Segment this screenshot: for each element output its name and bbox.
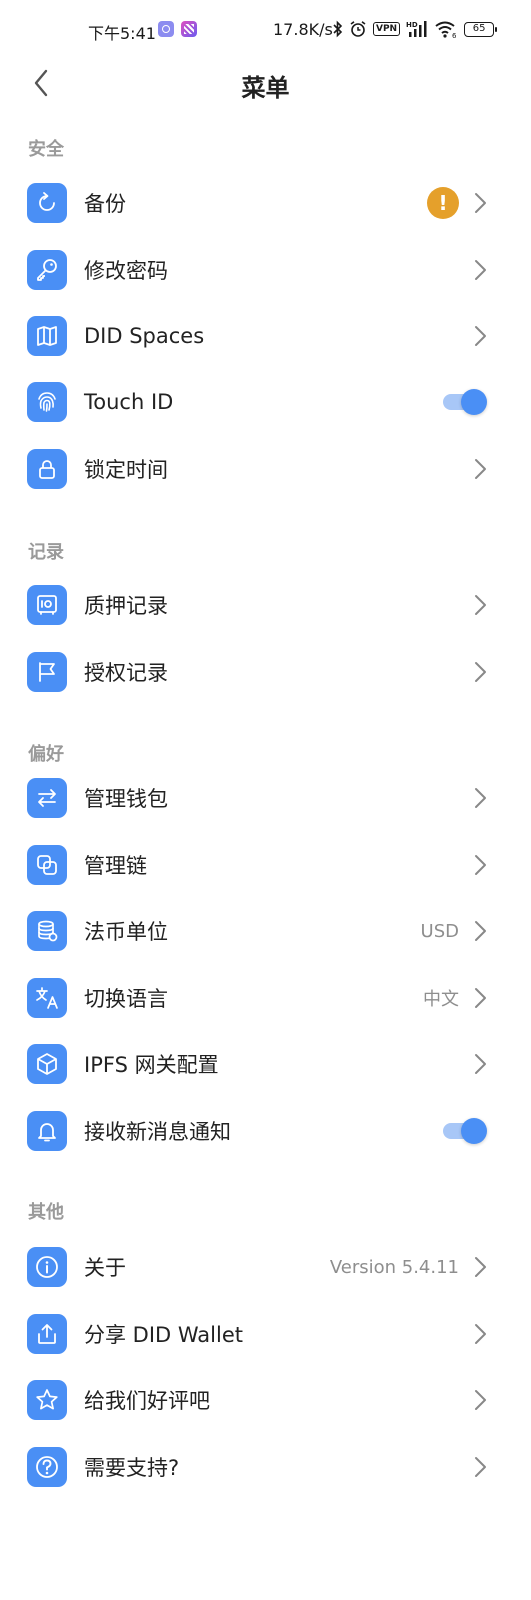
- map-icon: [27, 316, 67, 356]
- chevron-right-icon: [475, 988, 486, 1008]
- menu-item-label: 管理钱包: [84, 787, 168, 811]
- flag-icon: [27, 652, 67, 692]
- refresh-icon: [27, 183, 67, 223]
- chevron-right-icon: [475, 788, 486, 808]
- menu-item-label: IPFS 网关配置: [84, 1053, 219, 1077]
- menu-item-manage-wallet[interactable]: 管理钱包: [0, 765, 531, 831]
- wifi-icon: 6: [435, 21, 457, 38]
- header: 菜单: [0, 56, 531, 110]
- chevron-right-icon: [475, 1324, 486, 1344]
- menu-item-label: 切换语言: [84, 987, 168, 1011]
- chevron-right-icon: [475, 193, 486, 213]
- menu-item-label: 关于: [84, 1256, 126, 1280]
- signal-icon: HD: [406, 21, 427, 37]
- section-label-preferences: 偏好: [28, 744, 64, 765]
- lock-icon: [27, 449, 67, 489]
- svg-text:6: 6: [452, 32, 457, 38]
- menu-item-label: 备份: [84, 192, 126, 216]
- key-icon: [27, 250, 67, 290]
- bluetooth-icon: [333, 20, 343, 38]
- chevron-right-icon: [475, 855, 486, 875]
- menu-item-label: 授权记录: [84, 661, 168, 685]
- page-title: 菜单: [241, 74, 290, 102]
- help-icon: [27, 1447, 67, 1487]
- chevron-right-icon: [475, 1457, 486, 1477]
- alarm-icon: [350, 21, 366, 37]
- menu-item-label: 锁定时间: [84, 458, 168, 482]
- notifications-toggle[interactable]: [443, 1118, 487, 1144]
- chevron-right-icon: [475, 326, 486, 346]
- swap-icon: [27, 778, 67, 818]
- network-speed: 17.8K/s: [273, 20, 333, 39]
- status-time: 下午5:41: [88, 24, 156, 43]
- status-bar: 下午5:41 17.8K/s VPN HD 6 65: [0, 0, 531, 60]
- coins-icon: [27, 911, 67, 951]
- menu-item-label: 需要支持?: [84, 1456, 180, 1480]
- fingerprint-icon: [27, 382, 67, 422]
- menu-item-rate-us[interactable]: 给我们好评吧: [0, 1367, 531, 1433]
- menu-item-stake-records[interactable]: 质押记录: [0, 572, 531, 638]
- menu-item-backup[interactable]: 备份 !: [0, 170, 531, 236]
- menu-item-auth-records[interactable]: 授权记录: [0, 639, 531, 705]
- chevron-right-icon: [475, 260, 486, 280]
- chevron-right-icon: [475, 1390, 486, 1410]
- notification-app-icon-2: [181, 21, 197, 37]
- section-label-other: 其他: [28, 1202, 64, 1223]
- menu-item-lock-time[interactable]: 锁定时间: [0, 436, 531, 502]
- menu-item-label: 质押记录: [84, 594, 168, 618]
- menu-item-ipfs-gateway[interactable]: IPFS 网关配置: [0, 1031, 531, 1097]
- toggle-knob: [461, 1118, 487, 1144]
- star-icon: [27, 1380, 67, 1420]
- menu-item-change-password[interactable]: 修改密码: [0, 237, 531, 303]
- chevron-right-icon: [475, 1054, 486, 1074]
- menu-item-label: Touch ID: [84, 390, 174, 414]
- menu-item-manage-chain[interactable]: 管理链: [0, 832, 531, 898]
- section-label-records: 记录: [28, 542, 64, 563]
- menu-item-did-spaces[interactable]: DID Spaces: [0, 303, 531, 369]
- language-value: 中文: [423, 989, 459, 1010]
- menu-item-label: 分享 DID Wallet: [84, 1323, 243, 1347]
- menu-item-about[interactable]: 关于 Version 5.4.11: [0, 1234, 531, 1300]
- safe-icon: [27, 585, 67, 625]
- menu-item-notifications[interactable]: 接收新消息通知: [0, 1098, 531, 1164]
- cube-icon: [27, 1044, 67, 1084]
- chevron-right-icon: [475, 459, 486, 479]
- info-icon: [27, 1247, 67, 1287]
- menu-item-label: 接收新消息通知: [84, 1120, 231, 1144]
- bell-icon: [27, 1111, 67, 1151]
- fiat-unit-value: USD: [420, 920, 459, 942]
- notification-app-icon: [158, 21, 174, 37]
- svg-text:HD: HD: [406, 21, 418, 29]
- menu-item-label: DID Spaces: [84, 324, 205, 348]
- status-icons: VPN HD 6 65: [333, 18, 498, 40]
- warning-badge: !: [427, 187, 459, 219]
- chain-icon: [27, 845, 67, 885]
- chevron-right-icon: [475, 1257, 486, 1277]
- vpn-icon: VPN: [373, 22, 401, 36]
- section-label-security: 安全: [28, 139, 64, 160]
- menu-item-need-support[interactable]: 需要支持?: [0, 1434, 531, 1500]
- share-icon: [27, 1314, 67, 1354]
- translate-icon: [27, 978, 67, 1018]
- menu-item-share[interactable]: 分享 DID Wallet: [0, 1301, 531, 1367]
- menu-item-label: 管理链: [84, 854, 147, 878]
- chevron-right-icon: [475, 921, 486, 941]
- menu-item-label: 修改密码: [84, 259, 168, 283]
- version-value: Version 5.4.11: [329, 1256, 459, 1278]
- menu-item-label: 给我们好评吧: [84, 1389, 210, 1413]
- battery-icon: 65: [464, 21, 498, 37]
- menu-item-label: 法币单位: [84, 920, 168, 944]
- menu-item-switch-language[interactable]: 切换语言 中文: [0, 965, 531, 1031]
- chevron-right-icon: [475, 662, 486, 682]
- touch-id-toggle[interactable]: [443, 389, 487, 415]
- menu-item-fiat-unit[interactable]: 法币单位 USD: [0, 898, 531, 964]
- chevron-right-icon: [475, 595, 486, 615]
- toggle-knob: [461, 389, 487, 415]
- menu-item-touch-id[interactable]: Touch ID: [0, 369, 531, 435]
